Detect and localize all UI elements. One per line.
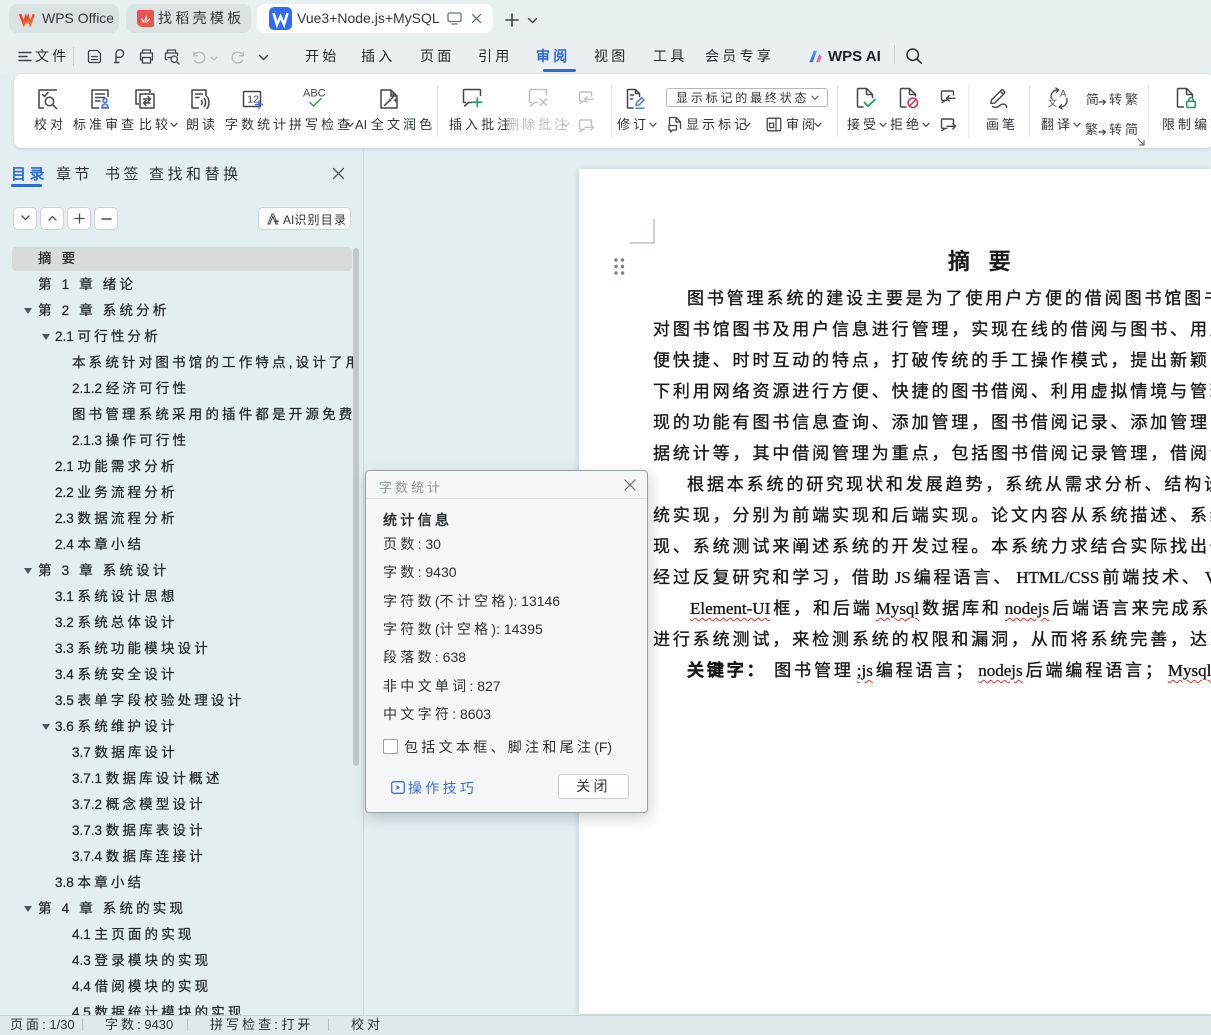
svg-text:A: A xyxy=(1060,89,1067,100)
svg-text:文: 文 xyxy=(1048,97,1057,108)
svg-text:12: 12 xyxy=(247,94,259,106)
svg-text:ABC: ABC xyxy=(303,88,326,100)
